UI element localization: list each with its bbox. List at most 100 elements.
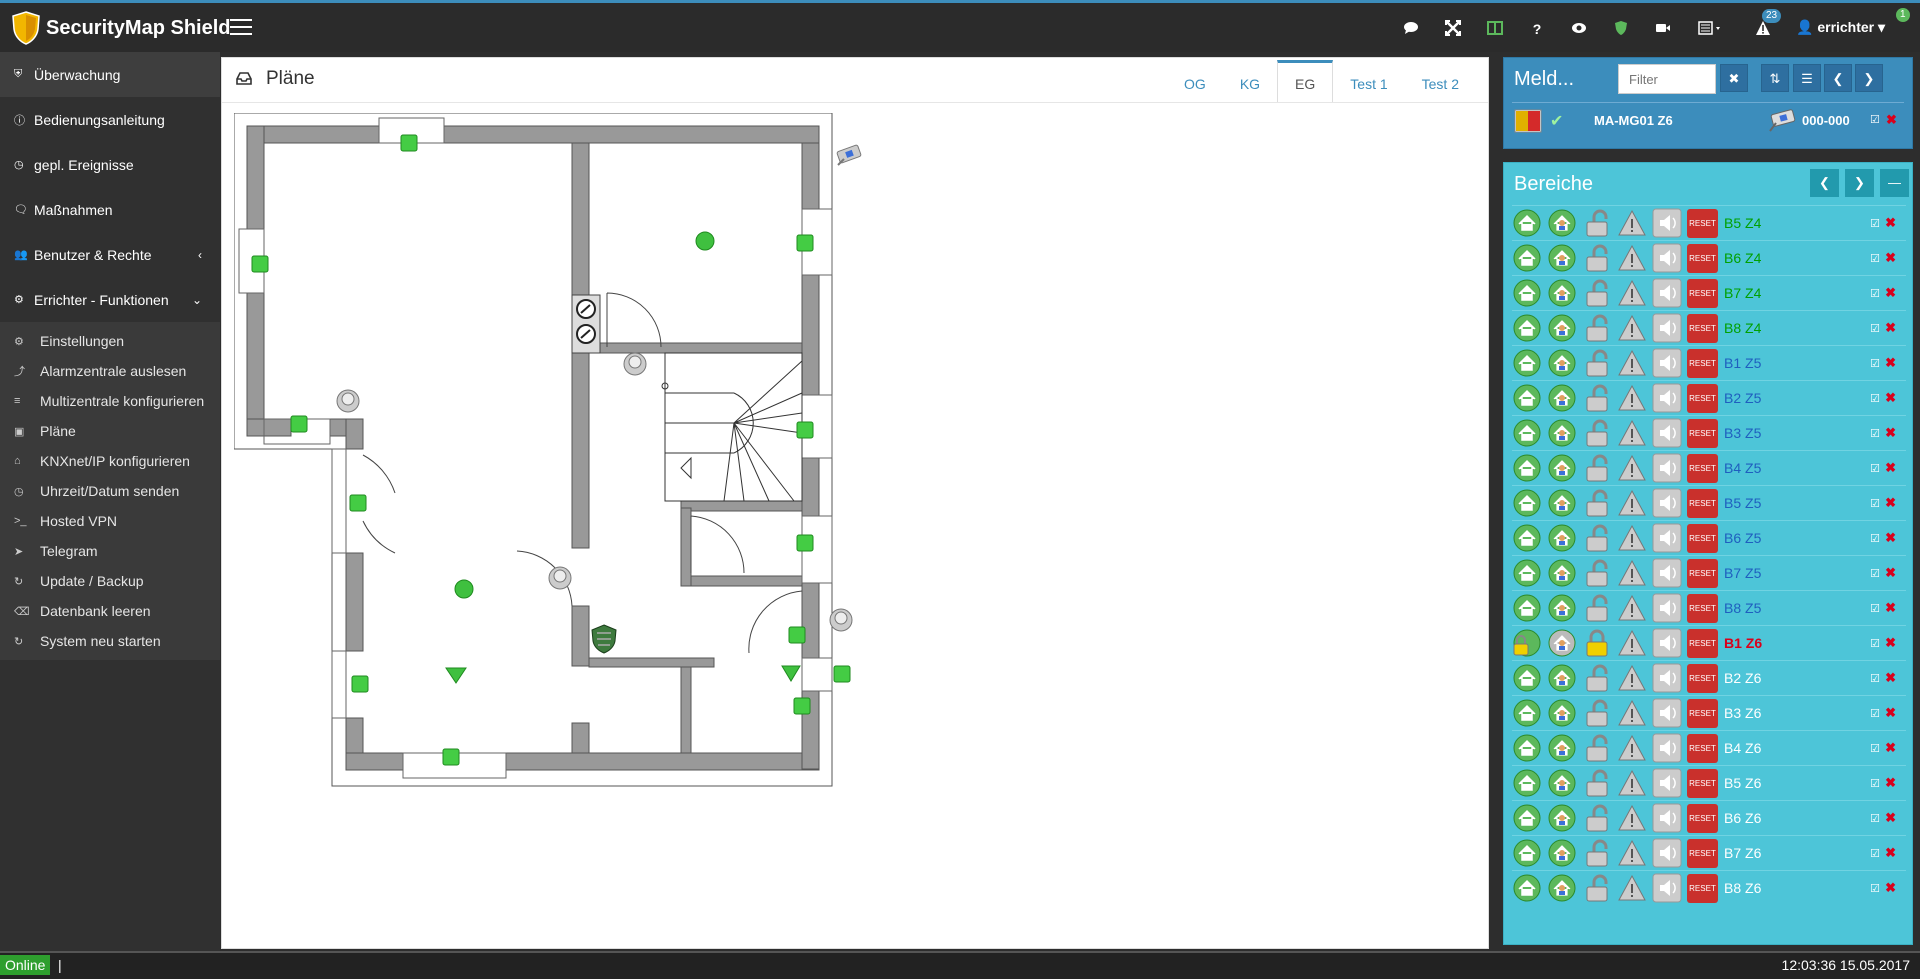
checkbox-icon[interactable]: ☑ <box>1870 357 1880 370</box>
checkbox-icon[interactable]: ☑ <box>1870 252 1880 265</box>
reset-button[interactable]: RESET <box>1687 733 1718 763</box>
warning-icon[interactable] <box>1617 768 1652 798</box>
reset-button[interactable]: RESET <box>1687 488 1718 518</box>
person-home-icon[interactable] <box>1547 698 1582 728</box>
siren-icon[interactable] <box>1652 628 1687 658</box>
reset-button[interactable]: RESET <box>1687 383 1718 413</box>
lock-open-icon[interactable] <box>1582 243 1617 273</box>
siren-icon[interactable] <box>1652 208 1687 238</box>
warning-icon[interactable] <box>1617 348 1652 378</box>
sidebar-item[interactable]: ◷ gepl. Ereignisse <box>0 142 220 187</box>
reset-button[interactable]: RESET <box>1687 278 1718 308</box>
checkbox-icon[interactable]: ☑ <box>1870 602 1880 615</box>
home-icon[interactable] <box>1512 558 1547 588</box>
delete-icon[interactable]: ✖ <box>1885 845 1896 861</box>
video-icon[interactable] <box>1654 20 1672 38</box>
siren-icon[interactable] <box>1652 418 1687 448</box>
tab[interactable]: Test 2 <box>1405 60 1476 102</box>
person-home-icon[interactable] <box>1547 663 1582 693</box>
delete-icon[interactable]: ✖ <box>1885 215 1896 231</box>
delete-icon[interactable]: ✖ <box>1885 740 1896 756</box>
checkbox-icon[interactable]: ☑ <box>1870 672 1880 685</box>
siren-icon[interactable] <box>1652 278 1687 308</box>
reset-button[interactable]: RESET <box>1687 348 1718 378</box>
delete-icon[interactable]: ✖ <box>1885 390 1896 406</box>
checkbox-icon[interactable]: ☑ <box>1870 847 1880 860</box>
reset-button[interactable]: RESET <box>1687 523 1718 553</box>
person-home-icon[interactable] <box>1547 873 1582 903</box>
sidebar-item[interactable]: ⚙ Errichter - Funktionen ⌄ <box>0 277 220 322</box>
person-home-icon[interactable] <box>1547 523 1582 553</box>
home-icon[interactable] <box>1512 803 1547 833</box>
person-home-icon[interactable] <box>1547 383 1582 413</box>
warning-icon[interactable] <box>1617 733 1652 763</box>
submenu-item[interactable]: ◷ Uhrzeit/Datum senden <box>0 476 220 506</box>
sidebar-item[interactable]: ⛨ Überwachung <box>0 52 220 97</box>
person-home-icon[interactable] <box>1547 628 1582 658</box>
lock-open-icon[interactable] <box>1582 593 1617 623</box>
fullscreen-icon[interactable] <box>1444 20 1462 38</box>
reset-button[interactable]: RESET <box>1687 663 1718 693</box>
siren-icon[interactable] <box>1652 663 1687 693</box>
sidebar-item[interactable]: 🗨 Maßnahmen <box>0 187 220 232</box>
submenu-item[interactable]: ⌫ Datenbank leeren <box>0 596 220 626</box>
reset-button[interactable]: RESET <box>1687 418 1718 448</box>
sort-button[interactable]: ⇅ <box>1761 64 1789 92</box>
checkbox-icon[interactable]: ☑ <box>1870 532 1880 545</box>
home-icon[interactable] <box>1512 698 1547 728</box>
delete-icon[interactable]: ✖ <box>1885 600 1896 616</box>
home-icon[interactable] <box>1512 243 1547 273</box>
home-icon[interactable] <box>1512 313 1547 343</box>
collapse-button[interactable]: — <box>1880 169 1909 197</box>
checkbox-icon[interactable]: ☑ <box>1870 567 1880 580</box>
siren-icon[interactable] <box>1652 733 1687 763</box>
siren-icon[interactable] <box>1652 593 1687 623</box>
submenu-item[interactable]: ⚙ Einstellungen <box>0 326 220 356</box>
checkbox-icon[interactable]: ☑ <box>1870 217 1880 230</box>
checkbox-icon[interactable]: ☑ <box>1870 322 1880 335</box>
delete-icon[interactable]: ✖ <box>1886 112 1897 128</box>
siren-icon[interactable] <box>1652 453 1687 483</box>
lock-open-icon[interactable] <box>1582 383 1617 413</box>
clear-filter-button[interactable]: ✖ <box>1720 64 1748 92</box>
sidebar-item[interactable]: ⓘ Bedienungsanleitung <box>0 97 220 142</box>
siren-icon[interactable] <box>1652 768 1687 798</box>
checkbox-icon[interactable]: ☑ <box>1870 497 1880 510</box>
checkbox-icon[interactable]: ☑ <box>1870 392 1880 405</box>
warning-icon[interactable] <box>1617 523 1652 553</box>
checkbox-icon[interactable]: ☑ <box>1870 427 1880 440</box>
siren-icon[interactable] <box>1652 873 1687 903</box>
lock-open-icon[interactable] <box>1582 733 1617 763</box>
tab[interactable]: Test 1 <box>1333 60 1404 102</box>
person-home-icon[interactable] <box>1547 453 1582 483</box>
submenu-item[interactable]: ↻ System neu starten <box>0 626 220 656</box>
siren-icon[interactable] <box>1652 243 1687 273</box>
lock-open-icon[interactable] <box>1582 698 1617 728</box>
delete-icon[interactable]: ✖ <box>1885 355 1896 371</box>
submenu-item[interactable]: ▣ Pläne <box>0 416 220 446</box>
lock-open-icon[interactable] <box>1582 768 1617 798</box>
reset-button[interactable]: RESET <box>1687 838 1718 868</box>
home-icon[interactable] <box>1512 418 1547 448</box>
list-view-button[interactable]: ☰ <box>1793 64 1821 92</box>
delete-icon[interactable]: ✖ <box>1885 495 1896 511</box>
locked-home-icon[interactable] <box>1512 628 1547 658</box>
siren-icon[interactable] <box>1652 698 1687 728</box>
reset-button[interactable]: RESET <box>1687 453 1718 483</box>
shield-icon[interactable] <box>1612 20 1630 38</box>
sidebar-toggle-icon[interactable] <box>230 19 252 35</box>
person-home-icon[interactable] <box>1547 243 1582 273</box>
delete-icon[interactable]: ✖ <box>1885 250 1896 266</box>
logo[interactable]: SecurityMap Shield <box>12 11 231 45</box>
person-home-icon[interactable] <box>1547 208 1582 238</box>
lock-open-icon[interactable] <box>1582 803 1617 833</box>
columns-icon[interactable] <box>1486 20 1504 38</box>
checkbox-icon[interactable]: ☑ <box>1870 707 1880 720</box>
home-icon[interactable] <box>1512 278 1547 308</box>
home-icon[interactable] <box>1512 838 1547 868</box>
reset-button[interactable]: RESET <box>1687 698 1718 728</box>
checkbox-icon[interactable]: ☑ <box>1870 742 1880 755</box>
warning-icon[interactable] <box>1617 313 1652 343</box>
filter-input[interactable] <box>1618 64 1716 94</box>
reset-button[interactable]: RESET <box>1687 558 1718 588</box>
